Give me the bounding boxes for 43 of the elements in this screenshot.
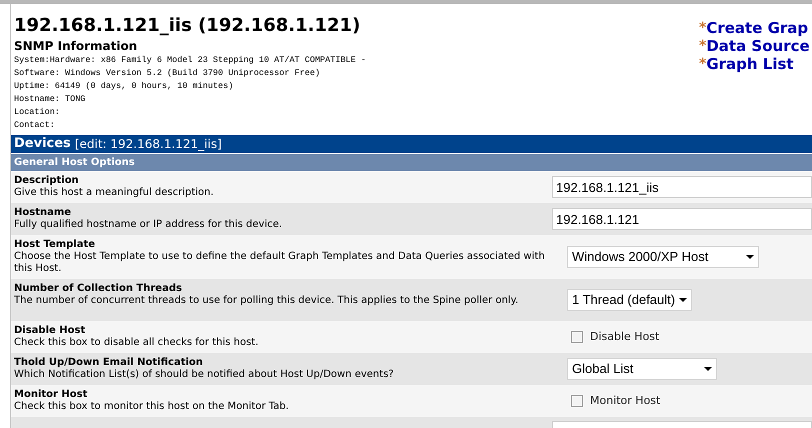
checkbox-label: Monitor Host [590, 392, 660, 409]
row-help: The number of concurrent threads to use for polling this device. This applies to the Spine poller only. [14, 295, 520, 307]
section-heading: SNMP Information [14, 39, 138, 54]
row-label: Hostname [14, 207, 72, 219]
nav-link[interactable]: Data Source [706, 37, 810, 55]
text-field[interactable]: 192.168.1.121_iis [552, 176, 812, 198]
nav-link[interactable]: Create Grap [706, 19, 808, 37]
section-header: General Host Options [11, 153, 812, 171]
page-title: 192.168.1.121_iis (192.168.1.121) [14, 14, 362, 38]
caret-icon [704, 367, 712, 371]
row-help: Fully qualified hostname or IP address for this device. [14, 219, 284, 231]
row-help: Choose the Host Template to use to define the default Graph Templates and Data Queries associated with this Host. [14, 251, 546, 275]
row-help: Check this box to disable all checks for this host. [14, 337, 260, 349]
bullet-mark: * [699, 37, 706, 55]
panel-title: Devices [14, 135, 71, 154]
snmp-line: Location: [14, 106, 61, 119]
row-help: Give this host a meaningful description. [14, 187, 215, 199]
checkbox-label: Disable Host [590, 328, 660, 345]
row-label: Disable Host [14, 325, 86, 337]
snmp-line: Hostname: TONG [14, 93, 86, 106]
snmp-line: System:Hardware: x86 Family 6 Model 23 Stepping 10 AT/AT COMPATIBLE - [14, 54, 366, 67]
row-help: Check this box to monitor this host on the Monitor Tab. [14, 401, 290, 413]
row-label: Host Template [14, 239, 96, 251]
dropdown[interactable]: Windows 2000/XP Host [567, 246, 759, 268]
dropdown[interactable]: Global List [567, 358, 717, 380]
row-label: Thold Up/Down Email Notification [14, 357, 204, 369]
bullet-mark: * [699, 19, 706, 37]
snmp-line: Uptime: 64149 (0 days, 0 hours, 10 minutes) [14, 80, 234, 93]
row-help: Which Notification List(s) of should be notified about Host Up/Down events? [14, 369, 395, 381]
row-label: Number of Collection Threads [14, 283, 183, 295]
checkbox[interactable] [571, 395, 583, 407]
caret-icon [679, 298, 687, 302]
panel-subtitle: [edit: 192.168.1.121_iis] [74, 136, 222, 153]
checkbox[interactable] [571, 331, 583, 343]
dropdown[interactable]: 1 Thread (default) [567, 289, 692, 311]
row-label: Monitor Host [14, 389, 88, 401]
row-label: Description [14, 175, 80, 187]
snmp-line: Software: Windows Version 5.2 (Build 3790 Uniprocessor Free) [14, 67, 322, 80]
caret-icon [746, 255, 754, 259]
snmp-line: Contact: [14, 119, 56, 132]
text-field[interactable]: 192.168.1.121 [552, 208, 812, 230]
nav-link[interactable]: Graph List [706, 55, 794, 73]
bullet-mark: * [699, 55, 706, 73]
